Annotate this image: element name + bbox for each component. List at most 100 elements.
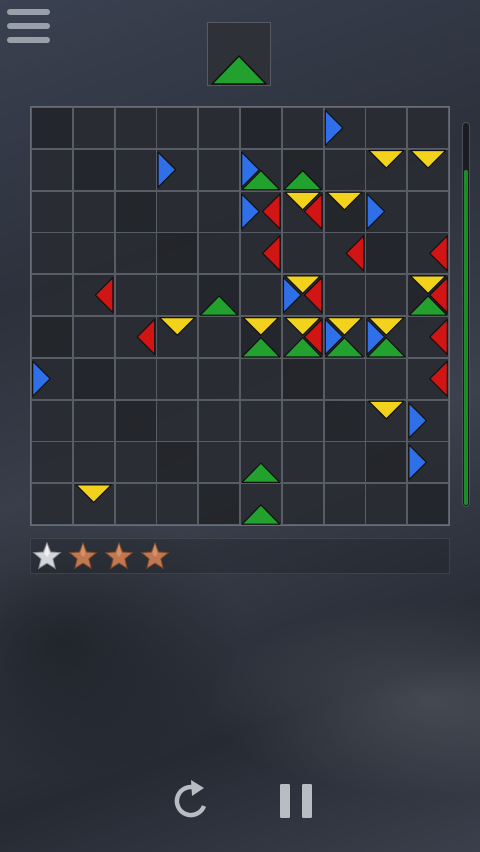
board-cell[interactable] xyxy=(323,232,366,275)
board-cell[interactable] xyxy=(198,190,241,233)
board-cell[interactable] xyxy=(114,190,157,233)
board-cell[interactable] xyxy=(72,441,115,484)
board-cell[interactable] xyxy=(323,107,366,149)
board-cell[interactable] xyxy=(240,483,282,526)
board-cell[interactable] xyxy=(114,316,157,358)
board-cell[interactable] xyxy=(365,399,408,442)
board-cell[interactable] xyxy=(156,274,199,317)
board-cell[interactable] xyxy=(281,483,324,526)
board-cell[interactable] xyxy=(156,483,199,526)
board-cell[interactable] xyxy=(31,232,73,275)
board-cell[interactable] xyxy=(114,274,157,317)
pause-button[interactable] xyxy=(277,781,317,821)
board-cell[interactable] xyxy=(240,190,282,233)
board-cell[interactable] xyxy=(407,274,450,317)
board-cell[interactable] xyxy=(72,483,115,526)
game-board[interactable] xyxy=(30,106,450,526)
board-cell[interactable] xyxy=(407,441,450,484)
board-cell[interactable] xyxy=(240,148,282,191)
board-cell[interactable] xyxy=(365,148,408,191)
board-cell[interactable] xyxy=(198,399,241,442)
board-cell[interactable] xyxy=(281,441,324,484)
board-cell[interactable] xyxy=(281,107,324,149)
board-cell[interactable] xyxy=(114,107,157,149)
board-cell[interactable] xyxy=(407,399,450,442)
board-cell[interactable] xyxy=(281,190,324,233)
board-cell[interactable] xyxy=(407,148,450,191)
board-cell[interactable] xyxy=(407,190,450,233)
board-cell[interactable] xyxy=(72,316,115,358)
board-cell[interactable] xyxy=(156,357,199,400)
board-cell[interactable] xyxy=(198,316,241,358)
board-cell[interactable] xyxy=(156,399,199,442)
board-cell[interactable] xyxy=(31,190,73,233)
board-cell[interactable] xyxy=(114,232,157,275)
board-cell[interactable] xyxy=(72,107,115,149)
board-cell[interactable] xyxy=(281,399,324,442)
board-cell[interactable] xyxy=(156,232,199,275)
board-cell[interactable] xyxy=(72,232,115,275)
board-cell[interactable] xyxy=(198,107,241,149)
board-cell[interactable] xyxy=(198,148,241,191)
board-cell[interactable] xyxy=(114,483,157,526)
board-cell[interactable] xyxy=(114,441,157,484)
board-cell[interactable] xyxy=(240,399,282,442)
board-cell[interactable] xyxy=(156,148,199,191)
board-cell[interactable] xyxy=(198,483,241,526)
board-cell[interactable] xyxy=(198,357,241,400)
board-cell[interactable] xyxy=(72,274,115,317)
board-cell[interactable] xyxy=(31,148,73,191)
board-cell[interactable] xyxy=(365,274,408,317)
board-cell[interactable] xyxy=(365,107,408,149)
board-cell[interactable] xyxy=(365,316,408,358)
board-cell[interactable] xyxy=(198,441,241,484)
board-cell[interactable] xyxy=(281,357,324,400)
board-cell[interactable] xyxy=(407,357,450,400)
board-cell[interactable] xyxy=(407,107,450,149)
board-cell[interactable] xyxy=(72,357,115,400)
board-cell[interactable] xyxy=(365,232,408,275)
board-cell[interactable] xyxy=(156,107,199,149)
board-cell[interactable] xyxy=(198,274,241,317)
board-cell[interactable] xyxy=(281,316,324,358)
board-cell[interactable] xyxy=(114,148,157,191)
board-cell[interactable] xyxy=(365,483,408,526)
board-cell[interactable] xyxy=(31,399,73,442)
board-cell[interactable] xyxy=(407,483,450,526)
board-cell[interactable] xyxy=(156,316,199,358)
board-cell[interactable] xyxy=(323,357,366,400)
board-cell[interactable] xyxy=(281,274,324,317)
board-cell[interactable] xyxy=(156,190,199,233)
board-cell[interactable] xyxy=(31,274,73,317)
board-cell[interactable] xyxy=(281,148,324,191)
board-cell[interactable] xyxy=(240,357,282,400)
board-cell[interactable] xyxy=(240,316,282,358)
board-cell[interactable] xyxy=(240,441,282,484)
restart-button[interactable] xyxy=(170,779,214,823)
board-cell[interactable] xyxy=(72,399,115,442)
board-cell[interactable] xyxy=(114,357,157,400)
board-cell[interactable] xyxy=(365,190,408,233)
board-cell[interactable] xyxy=(323,148,366,191)
board-cell[interactable] xyxy=(323,190,366,233)
board-cell[interactable] xyxy=(198,232,241,275)
board-cell[interactable] xyxy=(323,274,366,317)
board-cell[interactable] xyxy=(323,399,366,442)
board-cell[interactable] xyxy=(281,232,324,275)
board-cell[interactable] xyxy=(240,107,282,149)
board-cell[interactable] xyxy=(156,441,199,484)
board-cell[interactable] xyxy=(31,441,73,484)
board-cell[interactable] xyxy=(31,483,73,526)
board-cell[interactable] xyxy=(323,316,366,358)
board-cell[interactable] xyxy=(31,316,73,358)
board-cell[interactable] xyxy=(31,107,73,149)
board-cell[interactable] xyxy=(323,483,366,526)
board-cell[interactable] xyxy=(407,316,450,358)
board-cell[interactable] xyxy=(72,148,115,191)
board-cell[interactable] xyxy=(240,274,282,317)
board-cell[interactable] xyxy=(365,357,408,400)
menu-button[interactable] xyxy=(7,9,50,43)
board-cell[interactable] xyxy=(365,441,408,484)
board-cell[interactable] xyxy=(31,357,73,400)
board-cell[interactable] xyxy=(407,232,450,275)
